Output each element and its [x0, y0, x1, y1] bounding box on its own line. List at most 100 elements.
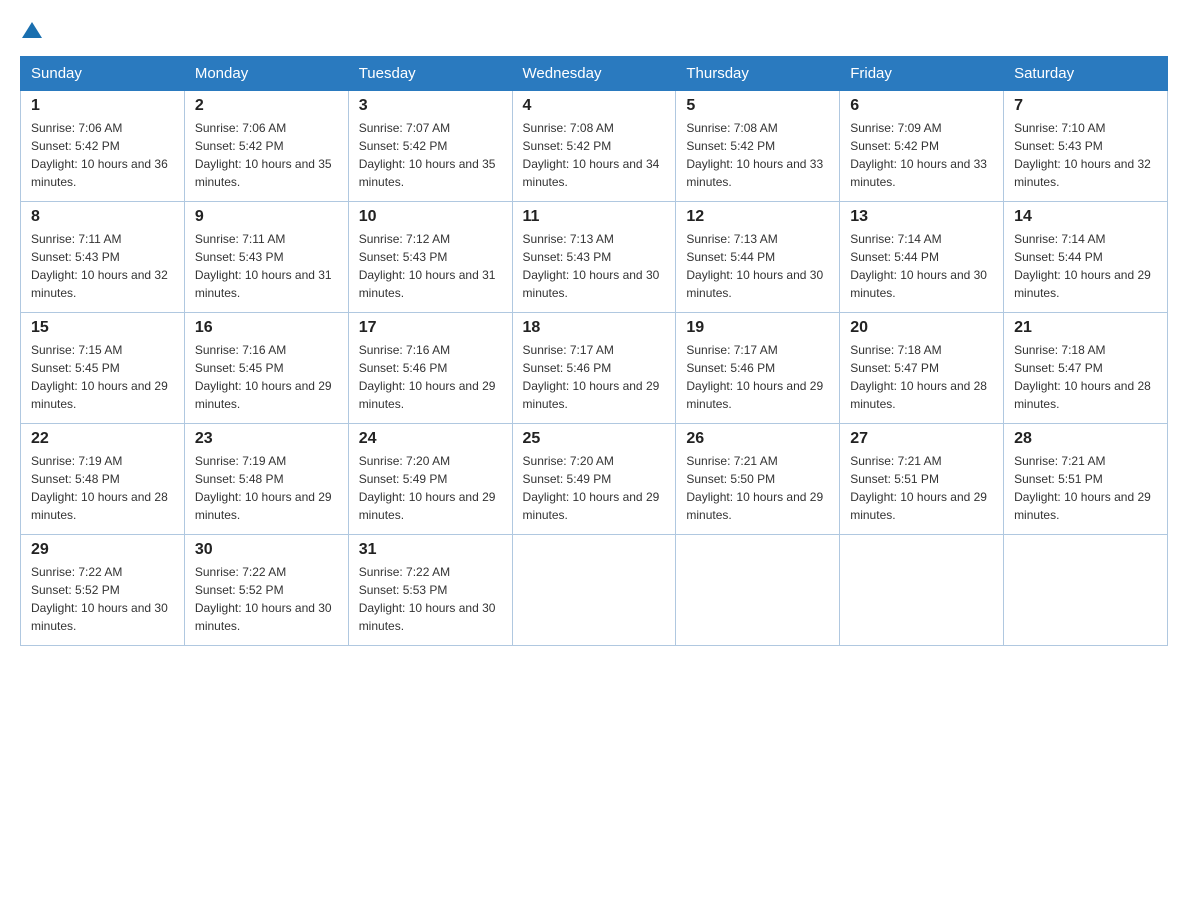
calendar-cell: 4 Sunrise: 7:08 AM Sunset: 5:42 PM Dayli… [512, 91, 676, 202]
calendar-cell: 13 Sunrise: 7:14 AM Sunset: 5:44 PM Dayl… [840, 202, 1004, 313]
calendar-cell: 5 Sunrise: 7:08 AM Sunset: 5:42 PM Dayli… [676, 91, 840, 202]
day-info: Sunrise: 7:06 AM Sunset: 5:42 PM Dayligh… [195, 119, 338, 191]
day-info: Sunrise: 7:13 AM Sunset: 5:44 PM Dayligh… [686, 230, 829, 302]
calendar-cell: 19 Sunrise: 7:17 AM Sunset: 5:46 PM Dayl… [676, 313, 840, 424]
calendar-cell: 11 Sunrise: 7:13 AM Sunset: 5:43 PM Dayl… [512, 202, 676, 313]
calendar-cell: 9 Sunrise: 7:11 AM Sunset: 5:43 PM Dayli… [184, 202, 348, 313]
calendar-cell: 25 Sunrise: 7:20 AM Sunset: 5:49 PM Dayl… [512, 424, 676, 535]
day-info: Sunrise: 7:09 AM Sunset: 5:42 PM Dayligh… [850, 119, 993, 191]
day-info: Sunrise: 7:08 AM Sunset: 5:42 PM Dayligh… [523, 119, 666, 191]
day-info: Sunrise: 7:22 AM Sunset: 5:52 PM Dayligh… [195, 563, 338, 635]
day-info: Sunrise: 7:14 AM Sunset: 5:44 PM Dayligh… [1014, 230, 1157, 302]
page-header [20, 20, 1168, 40]
day-info: Sunrise: 7:12 AM Sunset: 5:43 PM Dayligh… [359, 230, 502, 302]
calendar-cell: 7 Sunrise: 7:10 AM Sunset: 5:43 PM Dayli… [1004, 91, 1168, 202]
day-info: Sunrise: 7:08 AM Sunset: 5:42 PM Dayligh… [686, 119, 829, 191]
header-friday: Friday [840, 57, 1004, 91]
day-info: Sunrise: 7:19 AM Sunset: 5:48 PM Dayligh… [31, 452, 174, 524]
day-number: 20 [850, 319, 993, 337]
day-number: 4 [523, 97, 666, 115]
calendar-cell: 28 Sunrise: 7:21 AM Sunset: 5:51 PM Dayl… [1004, 424, 1168, 535]
header-thursday: Thursday [676, 57, 840, 91]
calendar-cell: 21 Sunrise: 7:18 AM Sunset: 5:47 PM Dayl… [1004, 313, 1168, 424]
calendar-cell: 18 Sunrise: 7:17 AM Sunset: 5:46 PM Dayl… [512, 313, 676, 424]
calendar-cell [1004, 535, 1168, 646]
day-number: 25 [523, 430, 666, 448]
day-number: 18 [523, 319, 666, 337]
day-info: Sunrise: 7:20 AM Sunset: 5:49 PM Dayligh… [359, 452, 502, 524]
calendar-week-row: 29 Sunrise: 7:22 AM Sunset: 5:52 PM Dayl… [21, 535, 1168, 646]
day-number: 13 [850, 208, 993, 226]
day-number: 29 [31, 541, 174, 559]
day-number: 12 [686, 208, 829, 226]
day-number: 11 [523, 208, 666, 226]
day-info: Sunrise: 7:10 AM Sunset: 5:43 PM Dayligh… [1014, 119, 1157, 191]
day-info: Sunrise: 7:18 AM Sunset: 5:47 PM Dayligh… [1014, 341, 1157, 413]
day-info: Sunrise: 7:13 AM Sunset: 5:43 PM Dayligh… [523, 230, 666, 302]
day-info: Sunrise: 7:16 AM Sunset: 5:45 PM Dayligh… [195, 341, 338, 413]
logo-triangle-icon [22, 20, 42, 40]
day-number: 6 [850, 97, 993, 115]
calendar-cell: 23 Sunrise: 7:19 AM Sunset: 5:48 PM Dayl… [184, 424, 348, 535]
day-info: Sunrise: 7:21 AM Sunset: 5:51 PM Dayligh… [1014, 452, 1157, 524]
day-number: 16 [195, 319, 338, 337]
day-info: Sunrise: 7:20 AM Sunset: 5:49 PM Dayligh… [523, 452, 666, 524]
day-number: 8 [31, 208, 174, 226]
calendar-cell: 1 Sunrise: 7:06 AM Sunset: 5:42 PM Dayli… [21, 91, 185, 202]
calendar-cell: 30 Sunrise: 7:22 AM Sunset: 5:52 PM Dayl… [184, 535, 348, 646]
calendar-cell: 26 Sunrise: 7:21 AM Sunset: 5:50 PM Dayl… [676, 424, 840, 535]
calendar-cell: 16 Sunrise: 7:16 AM Sunset: 5:45 PM Dayl… [184, 313, 348, 424]
day-number: 19 [686, 319, 829, 337]
day-info: Sunrise: 7:22 AM Sunset: 5:52 PM Dayligh… [31, 563, 174, 635]
header-monday: Monday [184, 57, 348, 91]
day-info: Sunrise: 7:16 AM Sunset: 5:46 PM Dayligh… [359, 341, 502, 413]
day-info: Sunrise: 7:15 AM Sunset: 5:45 PM Dayligh… [31, 341, 174, 413]
calendar-cell: 27 Sunrise: 7:21 AM Sunset: 5:51 PM Dayl… [840, 424, 1004, 535]
logo [20, 20, 42, 40]
day-info: Sunrise: 7:17 AM Sunset: 5:46 PM Dayligh… [523, 341, 666, 413]
calendar-week-row: 1 Sunrise: 7:06 AM Sunset: 5:42 PM Dayli… [21, 91, 1168, 202]
day-info: Sunrise: 7:19 AM Sunset: 5:48 PM Dayligh… [195, 452, 338, 524]
calendar-week-row: 15 Sunrise: 7:15 AM Sunset: 5:45 PM Dayl… [21, 313, 1168, 424]
day-number: 3 [359, 97, 502, 115]
day-number: 28 [1014, 430, 1157, 448]
calendar-cell: 3 Sunrise: 7:07 AM Sunset: 5:42 PM Dayli… [348, 91, 512, 202]
day-number: 5 [686, 97, 829, 115]
calendar-cell [512, 535, 676, 646]
header-wednesday: Wednesday [512, 57, 676, 91]
calendar-cell: 31 Sunrise: 7:22 AM Sunset: 5:53 PM Dayl… [348, 535, 512, 646]
calendar-cell: 2 Sunrise: 7:06 AM Sunset: 5:42 PM Dayli… [184, 91, 348, 202]
day-number: 2 [195, 97, 338, 115]
header-saturday: Saturday [1004, 57, 1168, 91]
calendar-cell: 6 Sunrise: 7:09 AM Sunset: 5:42 PM Dayli… [840, 91, 1004, 202]
day-info: Sunrise: 7:17 AM Sunset: 5:46 PM Dayligh… [686, 341, 829, 413]
day-number: 22 [31, 430, 174, 448]
calendar-cell: 8 Sunrise: 7:11 AM Sunset: 5:43 PM Dayli… [21, 202, 185, 313]
day-number: 1 [31, 97, 174, 115]
calendar-cell: 24 Sunrise: 7:20 AM Sunset: 5:49 PM Dayl… [348, 424, 512, 535]
calendar-cell: 12 Sunrise: 7:13 AM Sunset: 5:44 PM Dayl… [676, 202, 840, 313]
calendar-cell: 15 Sunrise: 7:15 AM Sunset: 5:45 PM Dayl… [21, 313, 185, 424]
day-number: 27 [850, 430, 993, 448]
day-info: Sunrise: 7:21 AM Sunset: 5:51 PM Dayligh… [850, 452, 993, 524]
day-number: 23 [195, 430, 338, 448]
calendar-cell: 22 Sunrise: 7:19 AM Sunset: 5:48 PM Dayl… [21, 424, 185, 535]
day-number: 30 [195, 541, 338, 559]
day-number: 21 [1014, 319, 1157, 337]
calendar-cell [676, 535, 840, 646]
calendar-header-row: Sunday Monday Tuesday Wednesday Thursday… [21, 57, 1168, 91]
day-number: 14 [1014, 208, 1157, 226]
day-number: 15 [31, 319, 174, 337]
day-number: 26 [686, 430, 829, 448]
day-number: 10 [359, 208, 502, 226]
calendar-cell: 20 Sunrise: 7:18 AM Sunset: 5:47 PM Dayl… [840, 313, 1004, 424]
calendar-week-row: 22 Sunrise: 7:19 AM Sunset: 5:48 PM Dayl… [21, 424, 1168, 535]
day-number: 31 [359, 541, 502, 559]
day-info: Sunrise: 7:11 AM Sunset: 5:43 PM Dayligh… [195, 230, 338, 302]
day-number: 9 [195, 208, 338, 226]
calendar-cell: 14 Sunrise: 7:14 AM Sunset: 5:44 PM Dayl… [1004, 202, 1168, 313]
day-info: Sunrise: 7:06 AM Sunset: 5:42 PM Dayligh… [31, 119, 174, 191]
calendar-cell: 17 Sunrise: 7:16 AM Sunset: 5:46 PM Dayl… [348, 313, 512, 424]
day-info: Sunrise: 7:07 AM Sunset: 5:42 PM Dayligh… [359, 119, 502, 191]
day-info: Sunrise: 7:21 AM Sunset: 5:50 PM Dayligh… [686, 452, 829, 524]
